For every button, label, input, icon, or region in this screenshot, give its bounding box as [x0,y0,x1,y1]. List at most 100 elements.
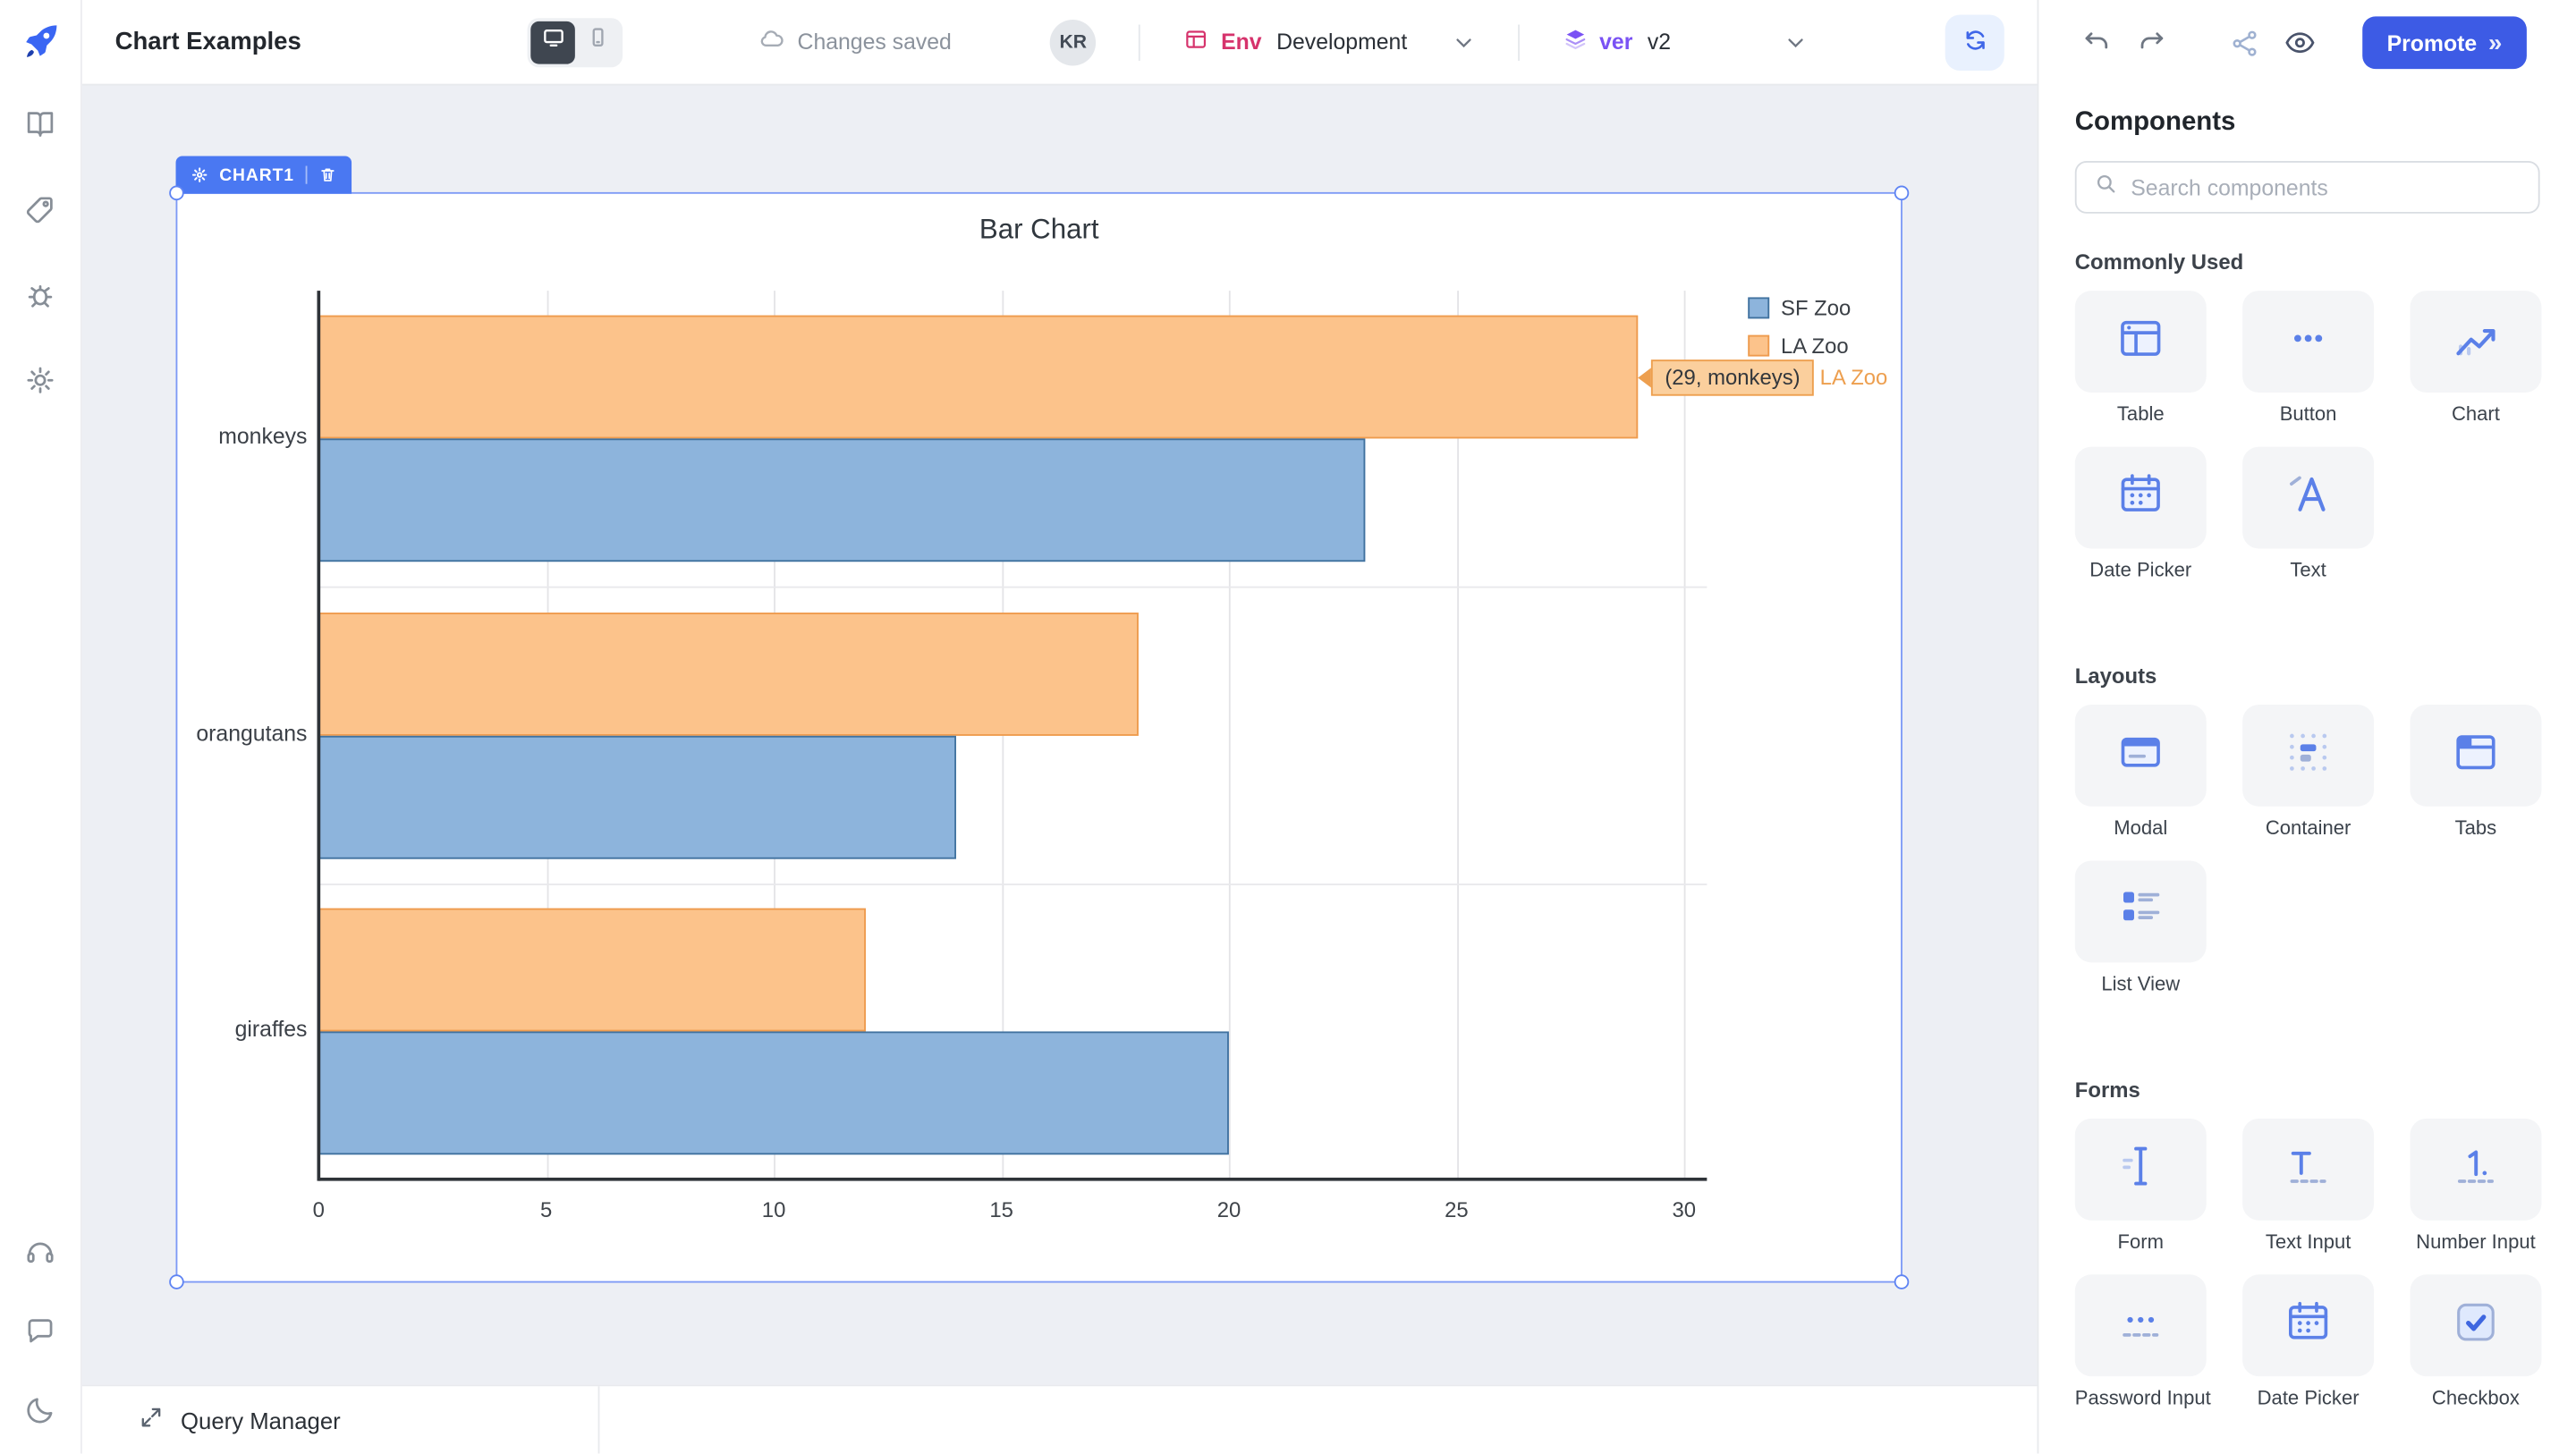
cloud-icon [758,25,785,58]
mobile-toggle-button[interactable] [576,21,621,63]
component-card-label: Number Input [2410,1230,2541,1254]
component-card-label: Table [2075,402,2207,426]
components-panel-title: Components [2075,108,2540,138]
component-card-label: Text [2242,558,2374,581]
avatar[interactable]: KR [1050,19,1096,64]
component-card-chart[interactable]: Chart [2410,291,2541,426]
debug-button[interactable] [13,269,68,325]
component-card-container[interactable]: Container [2242,705,2374,840]
component-card-modal[interactable]: Modal [2075,705,2207,840]
legend-item-la-zoo[interactable]: LA Zoo [1748,334,1851,359]
component-card-button[interactable]: Button [2242,291,2374,426]
chat-button[interactable] [13,1306,68,1361]
x-tick-label: 0 [286,1197,352,1222]
search-box [2075,161,2540,214]
legend-swatch [1748,297,1769,318]
date-picker-icon [2113,466,2168,530]
gridline [1684,291,1686,1179]
refresh-icon [1961,25,1988,58]
bar-sf-zoo-orangutans[interactable] [318,735,955,858]
container-icon [2280,723,2335,788]
component-grid: Form Text Input Number Input Password Input… [2075,1119,2540,1409]
resize-handle[interactable] [169,1274,184,1289]
component-card-date-picker[interactable]: Date Picker [2242,1274,2374,1409]
query-manager-toggle[interactable]: Query Manager [82,1386,600,1453]
version-selector[interactable]: ver v2 [1562,26,1808,57]
settings-button[interactable] [13,355,68,410]
resize-handle[interactable] [1894,186,1910,201]
pages-button[interactable] [13,98,68,154]
component-thumb [2075,860,2207,962]
bar-la-zoo-monkeys[interactable] [318,316,1639,439]
undo-button[interactable] [2081,27,2113,58]
rail-nav [13,63,68,410]
component-card-label: Date Picker [2242,1386,2374,1409]
bar-la-zoo-giraffes[interactable] [318,908,865,1031]
share-button[interactable] [2229,27,2260,58]
component-thumb [2075,1274,2207,1376]
component-card-label: List View [2075,972,2207,995]
support-button[interactable] [13,1227,68,1282]
bar-sf-zoo-giraffes[interactable] [318,1031,1229,1154]
component-card-checkbox[interactable]: Checkbox [2410,1274,2541,1409]
resize-handle[interactable] [1894,1274,1910,1289]
component-tag[interactable]: CHART1 [175,156,352,193]
chart-icon [2448,309,2504,374]
checkbox-icon [2448,1293,2504,1357]
component-card-text-input[interactable]: Text Input [2242,1119,2374,1254]
chart-title: Bar Chart [177,214,1901,247]
component-delete-icon[interactable] [318,166,336,184]
double-chevron-icon: » [2488,29,2502,56]
component-card-label: Text Input [2242,1230,2374,1254]
bar-sf-zoo-monkeys[interactable] [318,439,1365,562]
support-icon [23,1235,58,1274]
x-tick-label: 30 [1651,1197,1716,1222]
component-card-list-view[interactable]: List View [2075,860,2207,995]
preview-eye-button[interactable] [2284,26,2317,59]
component-thumb [2075,705,2207,807]
component-card-label: Chart [2410,402,2541,426]
component-grid: Table Button Chart Date Picker Text [2075,291,2540,581]
promote-button[interactable]: Promote » [2362,16,2527,69]
component-card-password-input[interactable]: Password Input [2075,1274,2207,1409]
section-label: Commonly Used [2075,249,2540,275]
component-card-date-picker[interactable]: Date Picker [2075,447,2207,582]
component-grid: Modal Container Tabs List View [2075,705,2540,995]
component-card-number-input[interactable]: Number Input [2410,1119,2541,1254]
bar-la-zoo-orangutans[interactable] [318,612,1138,735]
component-card-table[interactable]: Table [2075,291,2207,426]
environment-selector[interactable]: Env Development [1183,26,1475,57]
section-label: Layouts [2075,664,2540,689]
resize-handle[interactable] [169,186,184,201]
x-tick-label: 5 [513,1197,579,1222]
refresh-button[interactable] [1945,14,2004,70]
header: Chart Examples Changes saved KR Env Deve… [82,0,2038,86]
x-axis-line [318,1178,1707,1181]
redo-button[interactable] [2136,27,2167,58]
legend-item-sf-zoo[interactable]: SF Zoo [1748,296,1851,321]
theme-button[interactable] [13,1384,68,1440]
desktop-toggle-button[interactable] [531,21,576,63]
component-settings-icon[interactable] [190,166,208,184]
component-card-label: Checkbox [2410,1386,2541,1409]
chart-component[interactable]: CHART1 Bar Chart 051015202530monkeysoran… [176,192,1902,1283]
y-category-label: orangutans [163,720,308,745]
save-status-text: Changes saved [798,30,952,55]
tooltip-label: (29, monkeys) [1652,359,1814,395]
x-tick-label: 25 [1424,1197,1489,1222]
monitor-icon [542,26,565,57]
component-thumb [2242,291,2374,393]
tooltip-arrow [1639,368,1652,387]
canvas[interactable]: CHART1 Bar Chart 051015202530monkeysoran… [82,86,2038,1385]
component-card-form[interactable]: Form [2075,1119,2207,1254]
version-layers-icon [1562,26,1588,57]
app-logo-icon[interactable] [19,20,62,63]
tabs-icon [2448,723,2504,788]
component-thumb [2242,1119,2374,1221]
version-value: v2 [1648,30,1671,55]
component-card-text[interactable]: Text [2242,447,2374,582]
releases-button[interactable] [13,184,68,240]
x-tick-label: 10 [741,1197,806,1222]
search-components-input[interactable] [2131,175,2538,200]
component-card-tabs[interactable]: Tabs [2410,705,2541,840]
